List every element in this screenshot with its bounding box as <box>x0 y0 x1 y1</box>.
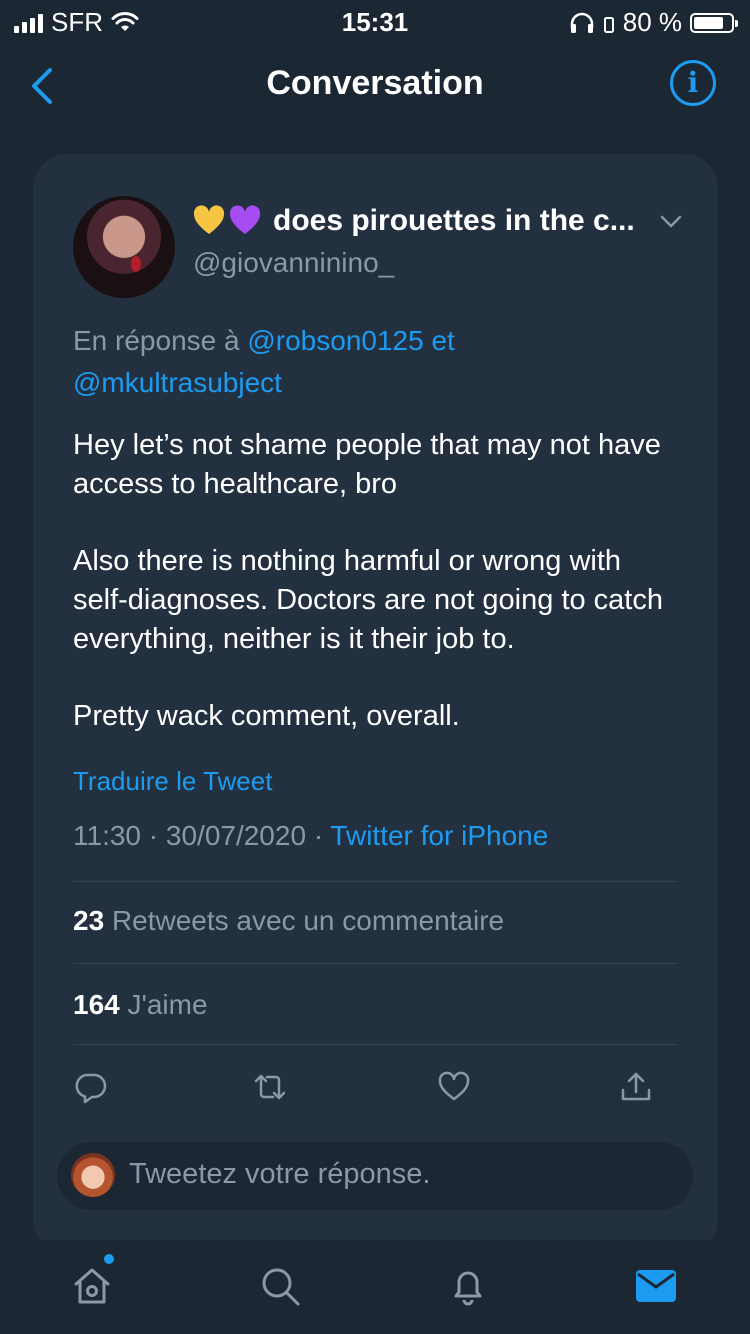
chevron-down-icon[interactable] <box>659 214 683 230</box>
tweet-source-link[interactable]: Twitter for iPhone <box>330 820 548 851</box>
purple-heart-icon <box>229 205 261 234</box>
tweet-actions <box>73 1070 673 1110</box>
info-icon[interactable]: i <box>670 60 716 106</box>
orientation-lock-icon <box>603 16 614 33</box>
tweet-meta: 11:30 · 30/07/2020 · Twitter for iPhone <box>73 820 548 852</box>
reply-icon[interactable] <box>73 1070 107 1104</box>
tweet-card: does pirouettes in the c... @giovanninin… <box>33 154 718 1254</box>
page-title: Conversation <box>266 64 484 102</box>
new-content-dot <box>104 1254 114 1264</box>
reply-composer[interactable]: Tweetez votre réponse. <box>57 1142 693 1210</box>
divider <box>73 1044 678 1045</box>
author-name-row[interactable]: does pirouettes in the c... <box>193 204 635 238</box>
likes-stat[interactable]: 164 J'aime <box>73 989 208 1021</box>
translate-tweet-link[interactable]: Traduire le Tweet <box>73 766 272 797</box>
meta-separator: · <box>148 820 159 851</box>
reply-user-link-1[interactable]: @robson0125 <box>247 325 423 356</box>
tab-bar <box>0 1240 750 1334</box>
retweets-stat[interactable]: 23 Retweets avec un commentaire <box>73 905 504 937</box>
yellow-heart-icon <box>193 205 225 234</box>
divider <box>73 963 678 964</box>
author-handle: @giovanninino_ <box>193 247 395 278</box>
reply-input[interactable]: Tweetez votre réponse. <box>129 1158 430 1191</box>
divider <box>73 881 678 882</box>
tweet-date: 30/07/2020 <box>165 820 307 851</box>
status-bar: SFR 15:31 80 % <box>0 0 750 40</box>
reply-joiner: et <box>431 325 455 356</box>
like-count: 164 <box>73 989 120 1020</box>
status-right: 80 % <box>569 7 738 38</box>
author-display-name: does pirouettes in the c... <box>273 204 635 237</box>
tweet-paragraph: Pretty wack comment, overall. <box>73 700 460 732</box>
retweet-label: Retweets avec un commentaire <box>111 905 505 936</box>
battery-fill <box>694 16 723 29</box>
like-icon[interactable] <box>437 1070 471 1104</box>
home-icon[interactable] <box>70 1264 114 1308</box>
author-avatar[interactable] <box>73 196 175 298</box>
meta-separator: · <box>313 820 324 851</box>
navigation-bar: Conversation i <box>0 40 750 130</box>
tweet-text: Hey let’s not shame people that may not … <box>73 426 683 774</box>
retweet-count: 23 <box>73 905 105 936</box>
reply-user-link-2[interactable]: @mkultrasubject <box>73 367 282 398</box>
tweet-paragraph: Also there is nothing harmful or wrong w… <box>73 545 663 655</box>
reply-context: En réponse à @robson0125 et @mkultrasubj… <box>73 320 673 404</box>
messages-icon[interactable] <box>634 1264 678 1308</box>
tweet-paragraph: Hey let’s not shame people that may not … <box>73 429 661 500</box>
like-label: J'aime <box>127 989 208 1020</box>
current-user-avatar <box>71 1153 115 1197</box>
retweet-icon[interactable] <box>253 1070 287 1104</box>
battery-percent: 80 % <box>622 7 682 37</box>
notifications-icon[interactable] <box>446 1264 490 1308</box>
headphones-icon <box>570 12 593 33</box>
tweet-time: 11:30 <box>73 820 141 851</box>
reply-prefix: En réponse à <box>73 325 240 356</box>
battery-icon <box>690 12 738 33</box>
search-icon[interactable] <box>258 1264 302 1308</box>
share-icon[interactable] <box>619 1070 653 1104</box>
